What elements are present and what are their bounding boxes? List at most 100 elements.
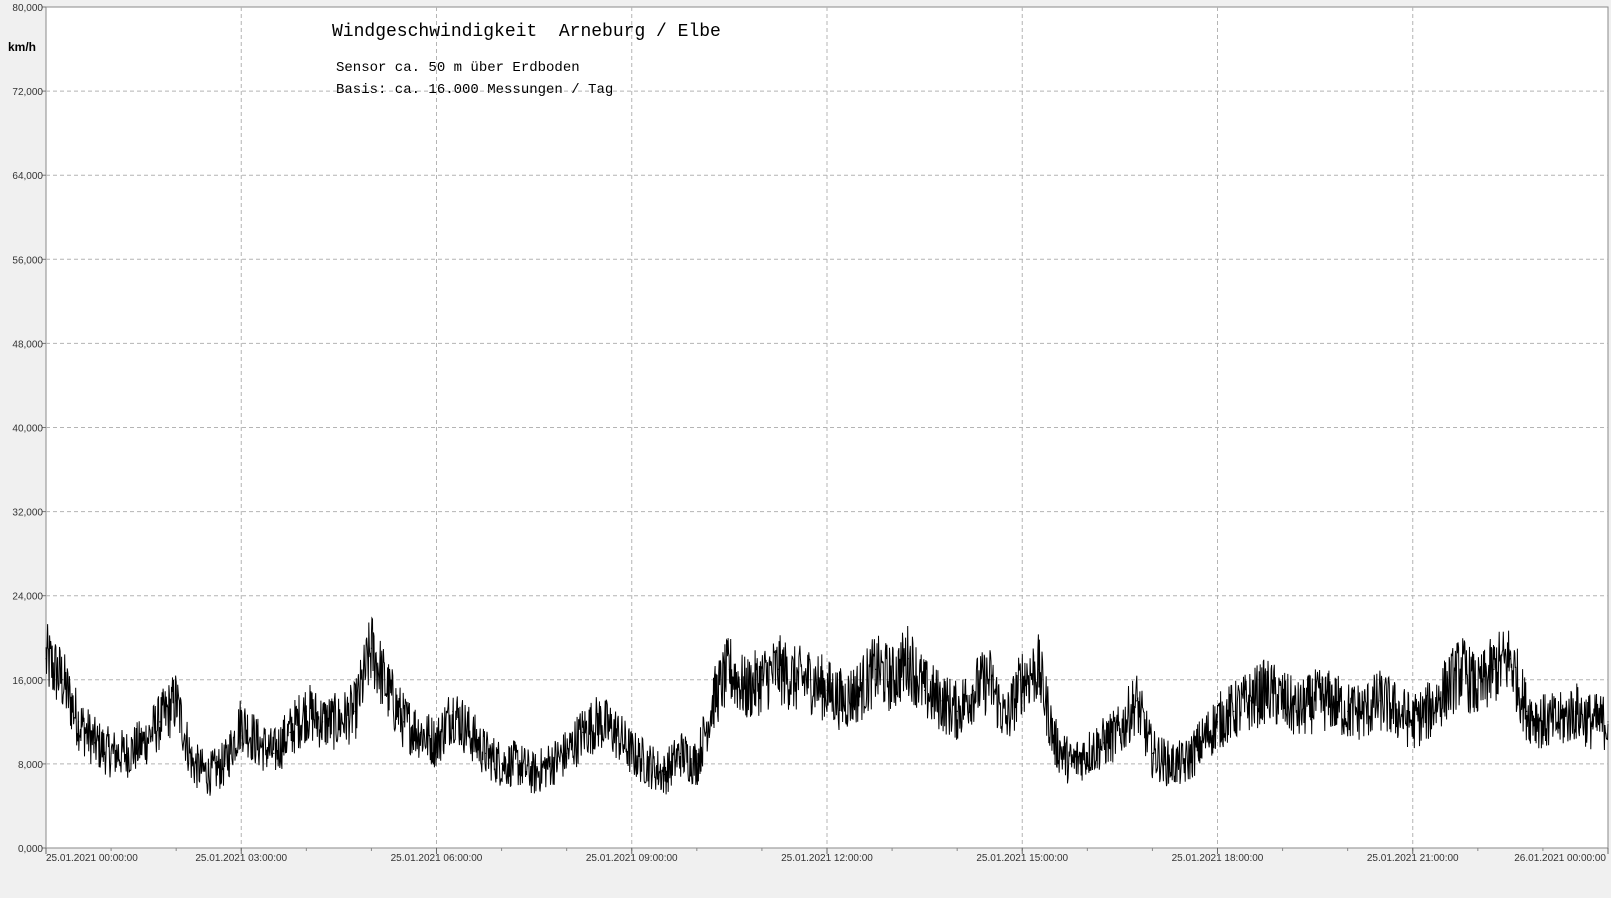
y-tick-label: 32,000 <box>12 508 43 519</box>
series-point <box>1151 752 1154 754</box>
chart-title: Windgeschwindigkeit Arneburg / Elbe <box>332 22 721 42</box>
y-tick-label: 64,000 <box>12 171 43 182</box>
x-tick-label: 26.01.2021 00:00:00 <box>1514 853 1606 864</box>
series-point <box>126 752 128 754</box>
series-point <box>403 721 405 723</box>
x-tick-label: 25.01.2021 00:00:00 <box>46 853 138 864</box>
series-point <box>1542 721 1544 723</box>
series-point <box>1509 658 1511 660</box>
series-point <box>631 752 633 754</box>
series-point <box>1460 668 1463 670</box>
series-point <box>224 763 226 765</box>
series-point <box>61 679 63 681</box>
series-point <box>240 721 242 723</box>
series-point <box>1412 721 1414 723</box>
y-tick-label: 80,000 <box>12 3 43 14</box>
series-point <box>1379 700 1381 702</box>
series-point <box>435 742 438 744</box>
series-point <box>940 700 942 702</box>
series-point <box>1184 763 1186 765</box>
series-point <box>712 700 714 702</box>
x-tick-label: 25.01.2021 06:00:00 <box>391 853 483 864</box>
series-point <box>728 668 730 670</box>
series-point <box>647 763 649 765</box>
series-point <box>338 721 340 723</box>
series-point <box>1526 710 1528 712</box>
x-tick-label: 25.01.2021 21:00:00 <box>1367 853 1459 864</box>
series-point <box>1347 710 1349 712</box>
series-point <box>159 721 161 723</box>
chart-subtitle-sensor: Sensor ca. 50 m über Erdboden <box>336 60 580 76</box>
series-point <box>582 731 584 733</box>
x-tick-label: 25.01.2021 15:00:00 <box>976 853 1068 864</box>
series-point <box>761 679 763 681</box>
series-point <box>1607 721 1609 723</box>
series-point <box>500 763 503 765</box>
x-tick-label: 25.01.2021 09:00:00 <box>586 853 678 864</box>
chart-window: 0,000 8,000 16,000 24,000 32,000 40,000 48,000… <box>0 0 1611 893</box>
series-point <box>663 773 665 776</box>
y-tick-label: 72,000 <box>12 87 43 98</box>
series-point <box>1249 700 1251 702</box>
series-point <box>842 700 844 702</box>
series-point <box>533 773 535 776</box>
series-point <box>354 710 356 712</box>
series-point <box>387 689 389 691</box>
series-point <box>1168 763 1170 765</box>
series-point <box>1330 700 1332 702</box>
y-tick-label: 8,000 <box>18 760 43 771</box>
series-point <box>924 689 926 691</box>
series-point <box>191 763 194 765</box>
y-tick-label: 56,000 <box>12 255 43 266</box>
series-point <box>1265 689 1267 691</box>
series-point <box>745 689 747 691</box>
series-point <box>875 668 877 670</box>
series-point <box>1281 700 1284 702</box>
series-point <box>517 763 519 765</box>
series-point <box>1103 742 1105 744</box>
series-point <box>956 710 958 712</box>
series-point <box>370 647 373 649</box>
series-point <box>777 668 779 670</box>
series-point <box>614 731 617 733</box>
chart-subtitle-basis: Basis: ca. 16.000 Messungen / Tag <box>336 82 613 98</box>
series-point <box>256 742 259 744</box>
series-point <box>110 752 112 754</box>
series-point <box>1233 710 1235 712</box>
series-point <box>1119 731 1121 733</box>
y-tick-label: 16,000 <box>12 676 43 687</box>
series-point <box>94 742 96 744</box>
series-point <box>1054 742 1056 744</box>
series-point <box>810 679 812 681</box>
series-point <box>1574 710 1577 712</box>
series-point <box>907 658 909 660</box>
series-point <box>1005 721 1007 723</box>
series-point <box>1200 742 1202 744</box>
series-point <box>549 763 551 765</box>
series-point <box>1298 710 1300 712</box>
series-point <box>1477 689 1479 691</box>
series-point <box>891 679 893 681</box>
series-point <box>1314 700 1316 702</box>
series-point <box>419 731 421 733</box>
series-point <box>1493 668 1495 670</box>
y-axis-label: km/h <box>8 40 36 54</box>
x-tick-label: 25.01.2021 18:00:00 <box>1172 853 1264 864</box>
y-tick-label: 40,000 <box>12 424 43 435</box>
series-point <box>1021 679 1023 681</box>
series-point <box>598 721 600 723</box>
series-point <box>858 689 861 691</box>
series-point <box>273 752 275 754</box>
series-point <box>566 752 568 754</box>
series-point <box>305 710 307 712</box>
series-point <box>468 731 470 733</box>
series-point <box>696 763 698 765</box>
series-point <box>793 679 796 681</box>
series-point <box>1428 710 1430 712</box>
y-tick-label: 48,000 <box>12 339 43 350</box>
series-point <box>826 689 828 691</box>
series-point <box>1558 721 1560 723</box>
series-point <box>1135 700 1137 702</box>
series-point <box>1591 721 1593 723</box>
series-point <box>322 721 324 723</box>
